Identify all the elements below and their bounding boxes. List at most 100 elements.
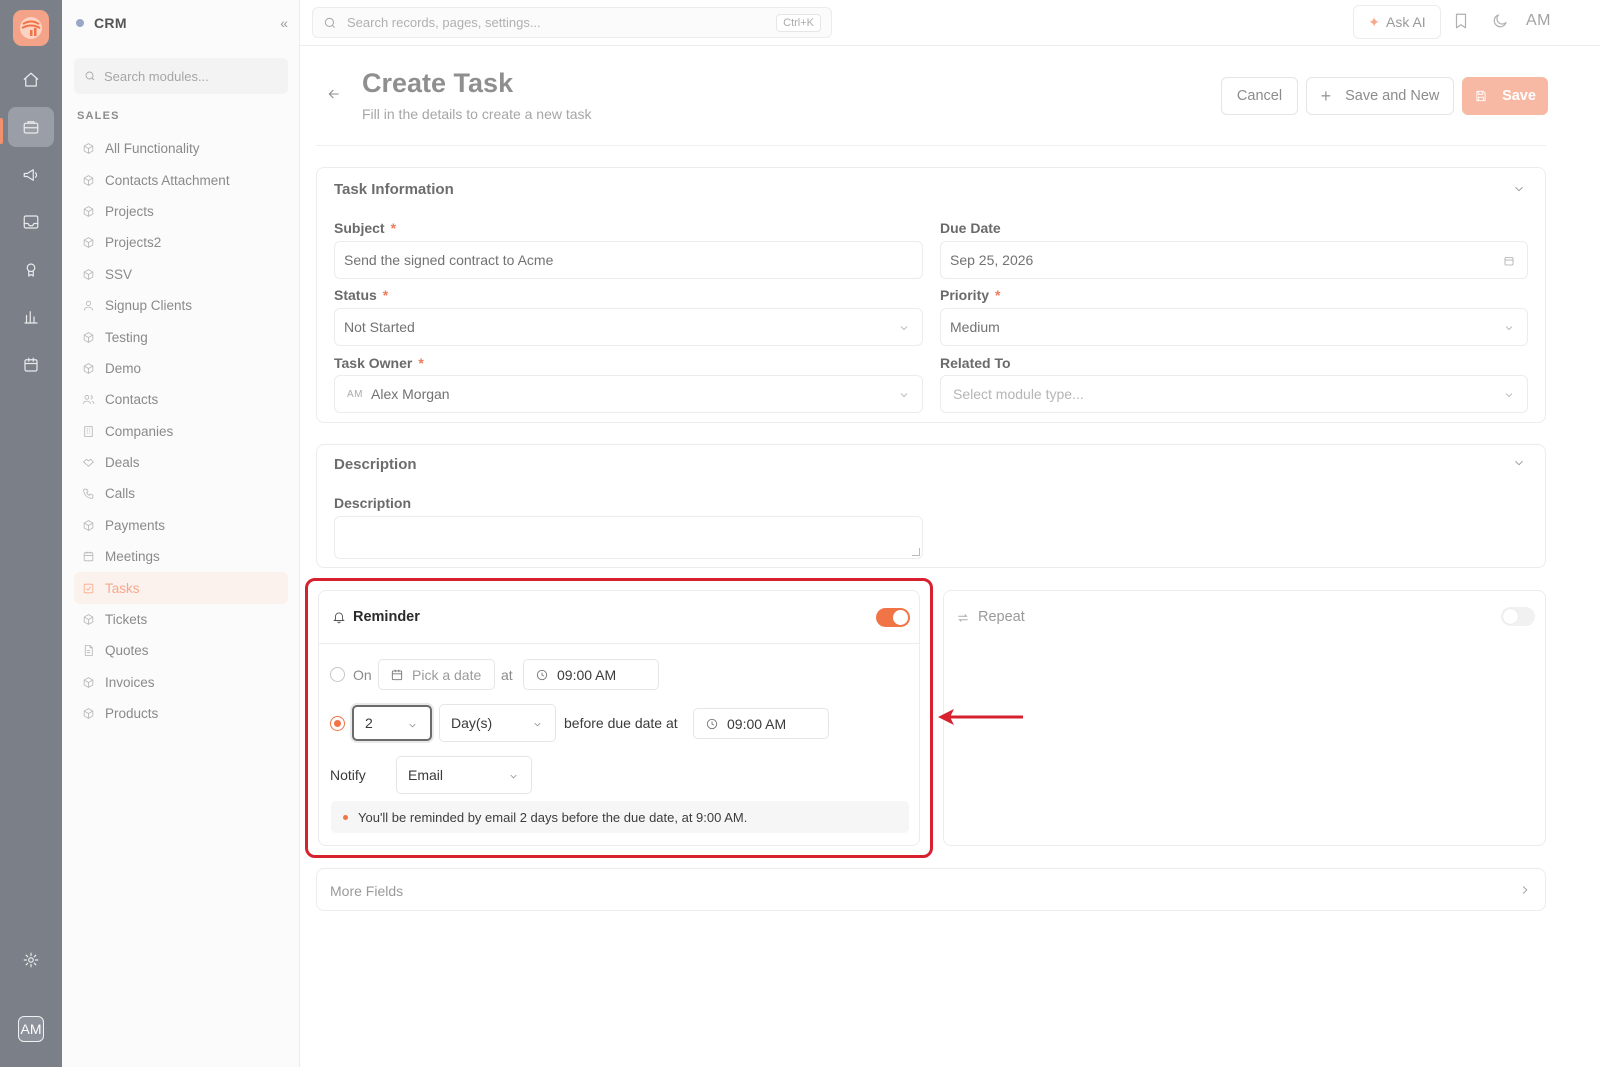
ask-ai-label: Ask AI	[1386, 14, 1426, 30]
sidebar-item-label: Projects2	[105, 235, 162, 251]
required-marker: *	[382, 287, 389, 303]
collapse-description[interactable]	[1512, 456, 1528, 472]
chevron-right-icon	[1518, 883, 1534, 899]
bookmark-button[interactable]	[1452, 12, 1472, 32]
rail-analytics[interactable]	[0, 297, 62, 337]
cube-icon	[83, 614, 94, 625]
sidebar-item[interactable]: Meetings	[74, 541, 288, 572]
description-textarea[interactable]	[334, 516, 923, 559]
sidebar-item[interactable]: All Functionality	[74, 133, 288, 164]
sidebar-item-label: Contacts Attachment	[105, 172, 230, 188]
sidebar-item[interactable]: Companies	[74, 416, 288, 447]
sidebar-item[interactable]: Testing	[74, 321, 288, 352]
rail-sales[interactable]	[8, 107, 54, 147]
priority-label: Priority *	[940, 287, 1000, 303]
global-search-placeholder: Search records, pages, settings...	[347, 15, 541, 30]
save-icon	[1476, 90, 1486, 102]
sidebar-module-list: All Functionality Contacts Attachment Proj…	[74, 133, 288, 729]
sidebar-item[interactable]: Invoices	[74, 667, 288, 698]
rail-marketing[interactable]	[0, 155, 62, 195]
cancel-label: Cancel	[1236, 88, 1283, 104]
sidebar-item[interactable]: Quotes	[74, 635, 288, 666]
cube-icon	[83, 268, 94, 280]
rail-settings[interactable]	[0, 940, 62, 980]
app-logo[interactable]	[13, 10, 49, 46]
sidebar-item[interactable]: Contacts Attachment	[74, 164, 288, 195]
required-marker: *	[418, 355, 424, 371]
cancel-button[interactable]: Cancel	[1221, 77, 1298, 115]
sidebar-item-label: Deals	[105, 455, 140, 471]
user-avatar[interactable]: AM	[1526, 12, 1551, 30]
sidebar-item[interactable]: Deals	[74, 447, 288, 478]
sidebar-item[interactable]: Contacts	[74, 384, 288, 415]
cube-icon	[83, 206, 94, 217]
repeat-card: Repeat	[943, 590, 1546, 846]
task-owner-select[interactable]: AM Alex Morgan	[334, 375, 923, 413]
sidebar-item[interactable]: Calls	[74, 478, 288, 509]
sidebar-item-label: All Functionality	[105, 141, 200, 157]
resize-handle[interactable]	[912, 548, 920, 556]
chevron-down-icon	[1515, 460, 1523, 466]
sidebar-item[interactable]: Payments	[74, 510, 288, 541]
due-date-field[interactable]: Sep 25, 2026	[940, 241, 1528, 279]
task-owner-label-text: Task Owner	[334, 355, 413, 371]
rail-avatar[interactable]: AM	[18, 1016, 44, 1042]
sidebar-item[interactable]: Demo	[74, 353, 288, 384]
sidebar-item-label: Signup Clients	[105, 298, 193, 314]
plus-icon: +	[1320, 85, 1332, 106]
save-and-new-label: Save and New	[1345, 88, 1440, 104]
save-button[interactable]: Save	[1462, 77, 1548, 115]
chevron-down-icon	[898, 388, 910, 404]
sidebar-item[interactable]: Signup Clients	[74, 290, 288, 321]
chevron-down-icon	[1503, 388, 1515, 404]
cube-icon	[83, 143, 94, 155]
rail-inbox[interactable]	[0, 202, 62, 242]
chevron-down-icon	[1503, 321, 1515, 337]
inbox-icon	[23, 215, 39, 229]
calendar-icon	[83, 551, 94, 562]
moon-icon	[1493, 14, 1507, 28]
subject-field[interactable]: Send the signed contract to Acme	[334, 241, 923, 279]
module-search-input[interactable]: Search modules...	[74, 58, 288, 94]
app-dot-icon	[76, 19, 84, 27]
support-icon	[26, 263, 36, 277]
save-and-new-button[interactable]: + Save and New	[1306, 77, 1454, 115]
sidebar-item[interactable]: Products	[74, 698, 288, 729]
calendar-icon[interactable]	[1503, 254, 1515, 270]
search-icon	[85, 71, 95, 81]
sidebar-item-label: Testing	[105, 329, 148, 345]
sidebar-item-label: Tickets	[105, 612, 148, 628]
cube-icon	[83, 520, 94, 531]
sidebar-item[interactable]: Tasks	[74, 572, 288, 604]
more-fields-card[interactable]: More Fields	[316, 868, 1546, 911]
cube-icon	[83, 676, 94, 688]
required-marker: *	[995, 287, 1001, 303]
rail-calendar[interactable]	[0, 345, 62, 385]
sidebar-item[interactable]: Tickets	[74, 604, 288, 635]
description-title: Description	[334, 456, 417, 473]
sidebar-item-label: Quotes	[105, 643, 149, 659]
global-search-input[interactable]: Search records, pages, settings... Ctrl+…	[312, 7, 832, 38]
theme-toggle-button[interactable]	[1491, 12, 1511, 32]
sidebar-item[interactable]: Projects2	[74, 227, 288, 258]
sidebar-item-label: Payments	[105, 517, 166, 533]
collapse-task-information[interactable]	[1512, 182, 1528, 198]
sidebar-item[interactable]: SSV	[74, 259, 288, 290]
due-date-value: Sep 25, 2026	[950, 252, 1034, 268]
owner-avatar: AM	[347, 388, 363, 400]
cube-icon	[83, 237, 94, 249]
back-button[interactable]	[326, 86, 344, 104]
related-to-select[interactable]: Select module type...	[940, 375, 1528, 413]
repeat-toggle[interactable]	[1501, 607, 1535, 626]
status-select[interactable]: Not Started	[334, 308, 923, 346]
sidebar-item[interactable]: Projects	[74, 196, 288, 227]
collapse-sidebar-icon[interactable]: «	[280, 15, 288, 31]
rail-home[interactable]	[0, 60, 62, 100]
checkbox-icon	[83, 583, 94, 593]
ask-ai-button[interactable]: ✦ Ask AI	[1353, 5, 1441, 39]
users-icon	[82, 395, 95, 405]
rail-support[interactable]	[0, 250, 62, 290]
priority-select[interactable]: Medium	[940, 308, 1528, 346]
repeat-title: Repeat	[978, 609, 1025, 625]
chevron-down-icon	[1515, 186, 1523, 192]
